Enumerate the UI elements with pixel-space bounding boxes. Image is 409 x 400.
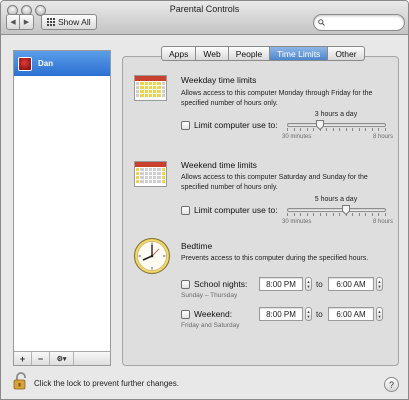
lock-icon[interactable] <box>13 372 29 390</box>
chevron-right-icon: ▶ <box>23 19 30 26</box>
weekend-bedtime-checkbox[interactable]: Weekend: <box>181 309 232 319</box>
weekend-hours-value: 5 hours a day <box>314 196 358 203</box>
weekend-start-stepper[interactable]: ▲ ▼ <box>305 307 312 321</box>
slider-track <box>287 123 386 127</box>
tab-time-limits[interactable]: Time Limits <box>270 46 329 61</box>
weekday-calendar-cells <box>135 81 166 98</box>
slider-track <box>287 208 386 212</box>
slider-thumb[interactable] <box>342 205 351 215</box>
bedtime-description: Prevents access to this computer during … <box>181 255 369 262</box>
weekday-title: Weekday time limits <box>181 75 257 85</box>
checkbox[interactable] <box>181 120 190 130</box>
back-forward-group: ◀ ▶ <box>6 14 34 30</box>
checkbox[interactable] <box>181 309 190 319</box>
weekday-min-label: 30 minutes <box>282 134 312 140</box>
to-label: to <box>316 310 323 319</box>
weekday-max-label: 8 hours <box>372 134 393 140</box>
tab-people[interactable]: People <box>228 46 271 61</box>
help-button[interactable]: ? <box>384 377 399 392</box>
weekday-hours-slider[interactable]: 3 hours a day 30 minutes 8 hours <box>282 111 393 143</box>
weekend-bedtime-label: Weekend: <box>194 309 233 319</box>
school-nights-start-time[interactable]: 8:00 PM <box>259 277 303 291</box>
weekday-hours-value: 3 hours a day <box>314 111 358 118</box>
weekend-min-label: 30 minutes <box>282 219 312 225</box>
slider-thumb[interactable] <box>316 120 324 130</box>
checkbox[interactable] <box>181 205 190 215</box>
weekend-hours-slider[interactable]: 5 hours a day 30 minutes 8 hours <box>282 196 393 228</box>
search-input[interactable] <box>328 17 402 28</box>
bedtime-title: Bedtime <box>181 241 213 251</box>
tab-other[interactable]: Other <box>328 46 365 61</box>
add-user-button[interactable]: + <box>14 352 32 365</box>
user-list-item[interactable]: Dan <box>14 51 110 76</box>
action-menu-button[interactable]: ⚙▾ <box>50 352 74 365</box>
tab-bar: Apps Web People Time Limits Other <box>161 46 365 61</box>
school-nights-end-time[interactable]: 6:00 AM <box>328 277 374 291</box>
user-name: Dan <box>38 59 54 68</box>
grid-icon <box>47 18 55 26</box>
school-nights-checkbox[interactable]: School nights: <box>181 279 247 289</box>
calendar-icon <box>134 75 167 101</box>
weekend-end-stepper[interactable]: ▲ ▼ <box>376 307 383 321</box>
forward-button[interactable]: ▶ <box>20 14 34 30</box>
toolbar: Parental Controls ◀ ▶ Show All <box>1 1 408 35</box>
calendar-icon <box>134 161 167 187</box>
window-title: Parental Controls <box>169 4 240 14</box>
user-list: Dan + − ⚙▾ <box>13 50 111 366</box>
user-list-controls: + − ⚙▾ <box>14 351 110 365</box>
weekend-start-time[interactable]: 8:00 PM <box>259 307 303 321</box>
tab-apps[interactable]: Apps <box>161 46 197 61</box>
weekend-calendar-cells <box>135 167 166 184</box>
weekend-bedtime-sublabel: Friday and Saturday <box>181 322 240 329</box>
clock-icon <box>133 237 171 275</box>
school-nights-label: School nights: <box>194 279 248 289</box>
back-button[interactable]: ◀ <box>6 14 20 30</box>
checkbox[interactable] <box>181 279 190 289</box>
weekend-end-time[interactable]: 6:00 AM <box>328 307 374 321</box>
weekday-description: Allows access to this computer Monday th… <box>181 90 373 107</box>
weekend-title: Weekend time limits <box>181 160 257 170</box>
school-nights-sublabel: Sunday – Thursday <box>181 292 238 299</box>
weekday-limit-checkbox[interactable]: Limit computer use to: <box>181 120 278 130</box>
weekend-max-label: 8 hours <box>372 219 393 225</box>
school-nights-end-stepper[interactable]: ▲ ▼ <box>376 277 383 291</box>
lock-message: Click the lock to prevent further change… <box>34 379 179 388</box>
search-field[interactable] <box>313 14 405 31</box>
weekend-description: Allows access to this computer Saturday … <box>181 174 368 191</box>
show-all-button[interactable]: Show All <box>41 14 97 30</box>
remove-user-button[interactable]: − <box>32 352 50 365</box>
weekend-limit-checkbox[interactable]: Limit computer use to: <box>181 205 278 215</box>
show-all-label: Show All <box>58 17 91 27</box>
search-icon <box>318 19 325 26</box>
tab-web[interactable]: Web <box>196 46 229 61</box>
school-nights-start-stepper[interactable]: ▲ ▼ <box>305 277 312 291</box>
to-label: to <box>316 280 323 289</box>
chevron-left-icon: ◀ <box>10 19 16 26</box>
help-icon: ? <box>388 379 394 390</box>
avatar <box>18 56 32 71</box>
weekday-limit-label: Limit computer use to: <box>194 120 278 130</box>
parental-controls-window: Parental Controls ◀ ▶ Show All Dan + − ⚙… <box>0 0 409 400</box>
weekend-limit-label: Limit computer use to: <box>194 205 278 215</box>
